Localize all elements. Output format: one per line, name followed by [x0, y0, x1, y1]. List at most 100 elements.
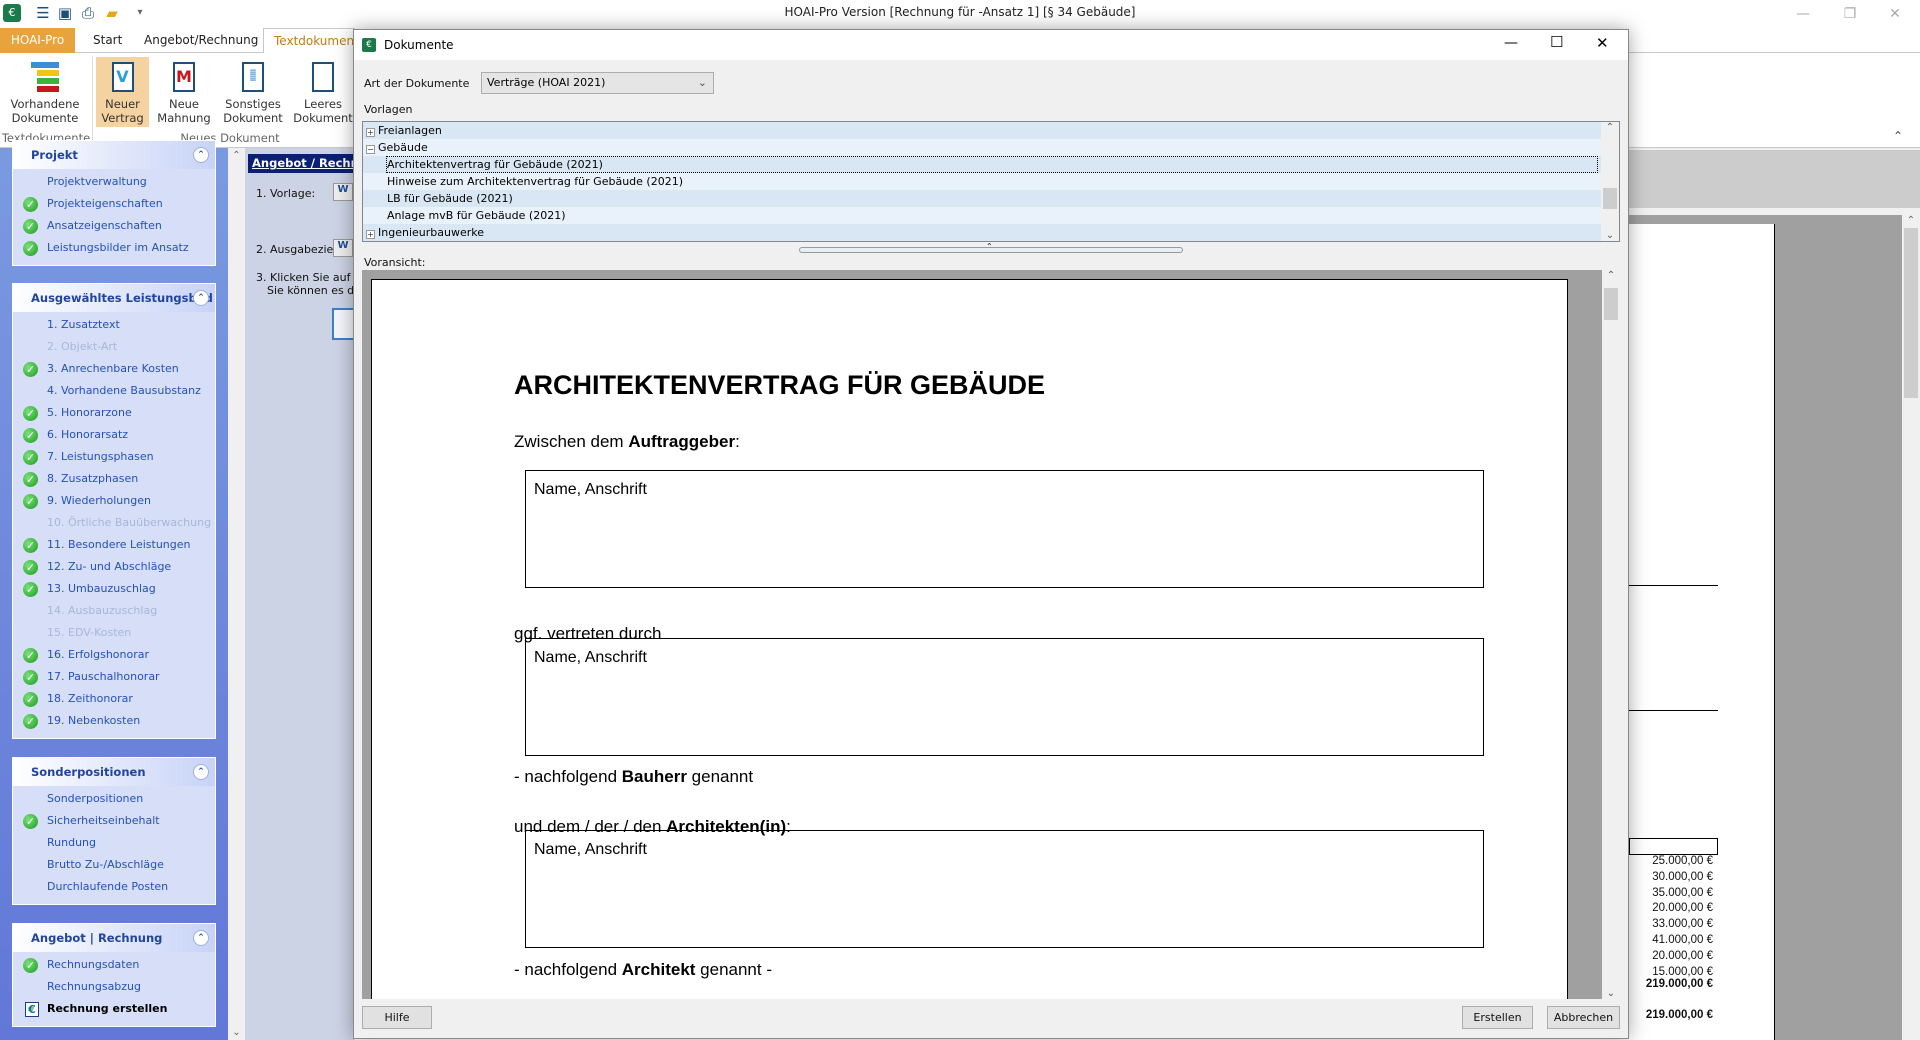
scroll-up-icon[interactable]: ⌃: [1902, 215, 1920, 226]
tree-scrollbar[interactable]: ⌃ ⌄: [1601, 122, 1619, 241]
template-tree[interactable]: + Freianlagen − Gebäude Architektenvertrag f…: [362, 121, 1620, 242]
sidebar-item[interactable]: ✓ 19. Nebenkosten: [13, 710, 215, 732]
document-type-select[interactable]: Verträge (HOAI 2021) ⌄: [481, 72, 714, 94]
sidebar-item[interactable]: ✓ 12. Zu- und Abschläge: [13, 556, 215, 578]
tree-item[interactable]: Anlage mvB für Gebäude (2021): [363, 207, 1601, 224]
sidebar-item[interactable]: Durchlaufende Posten: [13, 876, 215, 898]
scroll-up-icon[interactable]: ⌃: [1602, 270, 1620, 281]
viewer-scrollbar[interactable]: ⌃: [1902, 215, 1920, 1040]
other-document-button[interactable]: ≡ ≡ Sonstiges Dokument: [222, 57, 284, 127]
customize-toolbar-icon[interactable]: ▾: [131, 4, 149, 22]
create-button[interactable]: Erstellen: [1462, 1006, 1533, 1029]
sidebar-item[interactable]: 1. Zusatztext: [13, 314, 215, 336]
sidebar-item[interactable]: ✓ 13. Umbauzuschlag: [13, 578, 215, 600]
collapse-icon[interactable]: ⌃: [193, 930, 209, 946]
help-button[interactable]: Hilfe: [362, 1006, 432, 1029]
scroll-up-icon[interactable]: ⌃: [228, 150, 245, 161]
restore-button[interactable]: ❐: [1835, 3, 1865, 25]
sidebar-item[interactable]: Rechnungsabzug: [13, 976, 215, 998]
sidebar-item[interactable]: ✓ 7. Leistungsphasen: [13, 446, 215, 468]
sidebar-item[interactable]: ✓ 17. Pauschalhonorar: [13, 666, 215, 688]
sidebar-item[interactable]: Brutto Zu-/Abschläge: [13, 854, 215, 876]
collapse-icon[interactable]: ⌃: [193, 147, 209, 163]
sidebar-item[interactable]: ✓ 5. Honorarzone: [13, 402, 215, 424]
contract-document-icon: V: [111, 62, 134, 92]
sidebar-item-label: Ansatzeigenschaften: [47, 219, 162, 232]
dialog-title: Dokumente: [384, 38, 454, 52]
button-label: Neue: [168, 97, 200, 111]
cancel-button[interactable]: Abbrechen: [1547, 1006, 1620, 1029]
expand-icon[interactable]: +: [366, 230, 375, 239]
tree-item[interactable]: LB für Gebäude (2021): [363, 190, 1601, 207]
tree-item[interactable]: + Ingenieurbauwerke: [363, 224, 1601, 241]
sidebar-item[interactable]: ✓ Projekteigenschaften: [13, 193, 215, 215]
sidebar-item[interactable]: ✓ 3. Anrechenbare Kosten: [13, 358, 215, 380]
preview-scrollbar[interactable]: ⌃ ⌄: [1602, 270, 1620, 999]
print-icon[interactable]: ⎙: [79, 4, 97, 22]
new-reminder-button[interactable]: M Neue Mahnung: [154, 57, 214, 127]
blank-document-button[interactable]: Leeres Dokument: [292, 57, 354, 127]
collapse-ribbon-icon[interactable]: ⌃: [1893, 129, 1903, 143]
scroll-up-icon[interactable]: ⌃: [1601, 122, 1619, 133]
save-icon[interactable]: ▣: [56, 4, 74, 22]
tree-item[interactable]: + Freianlagen: [363, 122, 1601, 139]
tab-textdokument[interactable]: Textdokument: [263, 28, 359, 54]
sidebar-item[interactable]: ✓ 16. Erfolgshonorar: [13, 644, 215, 666]
splitter-handle[interactable]: ⌃: [799, 242, 1183, 253]
step-instruction-cont: Sie können es dar: [267, 284, 366, 297]
sidebar-item[interactable]: ✓ Sicherheitseinbehalt: [13, 810, 215, 832]
open-folder-icon[interactable]: ▰: [103, 4, 121, 22]
sidebar-item-label: Projekteigenschaften: [47, 197, 163, 210]
tree-item[interactable]: Hinweise zum Architektenvertrag für Gebä…: [363, 173, 1601, 190]
tab-start[interactable]: Start: [83, 28, 132, 53]
dialog-close-button[interactable]: ✕: [1596, 34, 1609, 52]
sidebar-item[interactable]: ✓ 11. Besondere Leistungen: [13, 534, 215, 556]
sidebar-item[interactable]: ✓ Rechnungsdaten: [13, 954, 215, 976]
existing-documents-button[interactable]: Vorhandene Dokumente: [4, 57, 86, 127]
dialog-title-bar: € Dokumente — ☐ ✕: [354, 30, 1628, 60]
sidebar-item[interactable]: ✓ 18. Zeithonorar: [13, 688, 215, 710]
sidebar-item[interactable]: Projektverwaltung: [13, 171, 215, 193]
tree-item[interactable]: − Gebäude: [363, 139, 1601, 156]
scroll-down-icon[interactable]: ⌄: [228, 1027, 245, 1038]
close-button[interactable]: ✕: [1880, 3, 1910, 25]
tab-angebot-rechnung[interactable]: Angebot/Rechnung: [134, 28, 268, 53]
group-divider: [92, 57, 93, 145]
check-icon: ✓: [23, 814, 38, 829]
sidebar-item[interactable]: ✓ Leistungsbilder im Ansatz: [13, 237, 215, 259]
dialog-maximize-button[interactable]: ☐: [1550, 33, 1563, 51]
dialog-minimize-button[interactable]: —: [1504, 35, 1518, 51]
collapse-icon[interactable]: ⌃: [193, 290, 209, 306]
sidebar-item[interactable]: ✓ 9. Wiederholungen: [13, 490, 215, 512]
sidebar-item[interactable]: Sonderpositionen: [13, 788, 215, 810]
scroll-down-icon[interactable]: ⌄: [1601, 230, 1619, 241]
scroll-down-icon[interactable]: ⌄: [1602, 988, 1620, 999]
sidebar-item[interactable]: 4. Vorhandene Bausubstanz: [13, 380, 215, 402]
sidebar-item[interactable]: € Rechnung erstellen: [13, 998, 215, 1020]
sidebar-item-label: 2. Objekt-Art: [47, 340, 118, 353]
sidebar-item[interactable]: ✓ 6. Honorarsatz: [13, 424, 215, 446]
sidebar-item-label: Leistungsbilder im Ansatz: [47, 241, 189, 254]
text: Zwischen dem: [514, 432, 629, 451]
word-output-icon[interactable]: W: [333, 239, 353, 257]
sidebar-scrollbar[interactable]: ⌃ ⌄: [228, 148, 245, 1040]
tab-hoai-pro[interactable]: HOAI-Pro: [0, 28, 75, 53]
tree-item[interactable]: Architektenvertrag für Gebäude (2021): [363, 156, 1601, 173]
sidebar-item[interactable]: ✓ Ansatzeigenschaften: [13, 215, 215, 237]
text: - nachfolgend: [514, 767, 622, 786]
scroll-thumb[interactable]: [1603, 188, 1617, 209]
sidebar-item[interactable]: Rundung: [13, 832, 215, 854]
vorlagen-label: Vorlagen: [364, 103, 413, 116]
scroll-thumb[interactable]: [1604, 288, 1618, 320]
collapse-icon[interactable]: −: [366, 145, 375, 154]
word-template-icon[interactable]: W: [333, 183, 353, 201]
minimize-button[interactable]: —: [1788, 3, 1818, 25]
panel-angebot-rechnung: Angebot | Rechnung ⌃ ✓ Rechnungsdaten Rechn…: [12, 923, 216, 1027]
collapse-icon[interactable]: ⌃: [193, 764, 209, 780]
new-contract-button[interactable]: V Neuer Vertrag: [96, 57, 149, 127]
scroll-thumb[interactable]: [1904, 228, 1918, 398]
sidebar-item[interactable]: ✓ 8. Zusatzphasen: [13, 468, 215, 490]
expand-icon[interactable]: +: [366, 128, 375, 137]
documents-icon[interactable]: ☰: [34, 4, 52, 22]
sidebar-item-label: Projektverwaltung: [47, 175, 147, 188]
